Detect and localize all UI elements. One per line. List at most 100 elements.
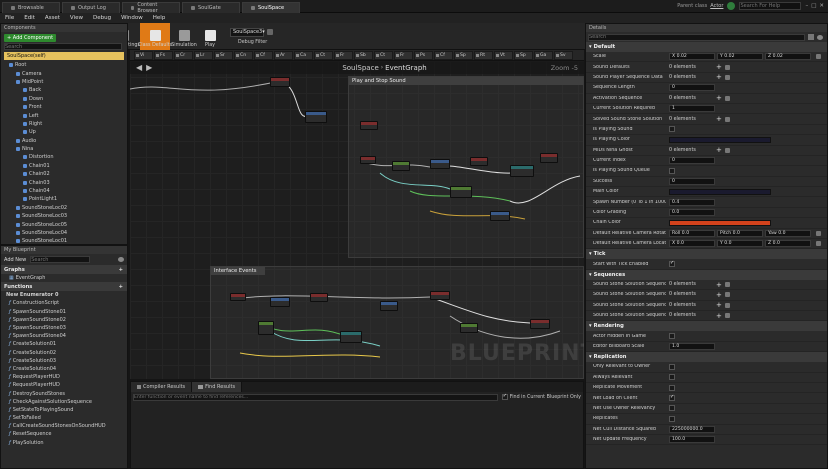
- graph-node[interactable]: [392, 161, 410, 171]
- function-item[interactable]: ƒ CreateSolution02: [1, 349, 127, 357]
- my-blueprint-search-input[interactable]: [30, 256, 91, 263]
- function-item[interactable]: ƒ SpawnSoundStone02: [1, 316, 127, 324]
- graph-tool-tab[interactable]: Sp: [514, 51, 533, 60]
- tab-find-results[interactable]: Find Results: [192, 382, 243, 392]
- number-input[interactable]: 0: [669, 84, 715, 92]
- graph-tool-tab[interactable]: Sb: [354, 51, 373, 60]
- function-item[interactable]: ƒ CreateSolution03: [1, 357, 127, 365]
- trash-icon[interactable]: [724, 292, 730, 298]
- checkbox[interactable]: [669, 261, 675, 268]
- graphs-category[interactable]: Graphs +: [1, 265, 127, 274]
- component-item[interactable]: Back: [5, 86, 127, 94]
- component-item[interactable]: Left: [5, 111, 127, 119]
- graph-tool-tab[interactable]: Cn: [234, 51, 253, 60]
- details-section-tick[interactable]: ▾ Tick: [586, 249, 827, 260]
- add-element-icon[interactable]: +: [716, 146, 722, 154]
- graph-node[interactable]: [450, 186, 472, 198]
- doc-tab[interactable]: Output Log: [62, 1, 120, 13]
- graph-tool-tab[interactable]: Vt: [494, 51, 513, 60]
- component-item[interactable]: Right: [5, 120, 127, 128]
- close-icon[interactable]: ✕: [819, 3, 824, 9]
- reset-icon[interactable]: [816, 241, 821, 247]
- graph-node[interactable]: [490, 211, 510, 221]
- doc-tab[interactable]: SoulSpace: [242, 1, 300, 13]
- component-item[interactable]: SoundStoneLoc05: [5, 220, 127, 228]
- details-section-sequences[interactable]: ▾ Sequences: [586, 269, 827, 280]
- graph-tool-tab[interactable]: Lr: [194, 51, 213, 60]
- graph-tool-tab[interactable]: Ca: [294, 51, 313, 60]
- graph-node[interactable]: [360, 121, 378, 130]
- function-item[interactable]: ƒ RequestPlayerHUD: [1, 373, 127, 381]
- add-element-icon[interactable]: +: [716, 301, 722, 309]
- function-item[interactable]: ƒ SpawnSoundStone03: [1, 324, 127, 332]
- doc-tab[interactable]: SoulGate: [182, 1, 240, 13]
- vector-component-input[interactable]: Roll 0.0: [669, 229, 715, 237]
- parent-class-value[interactable]: Actor: [710, 3, 723, 9]
- component-item[interactable]: Chain04: [5, 187, 127, 195]
- component-item[interactable]: Down: [5, 95, 127, 103]
- details-section-rendering[interactable]: ▾ Rendering: [586, 321, 827, 332]
- graph-node[interactable]: [530, 319, 550, 329]
- add-element-icon[interactable]: +: [716, 312, 722, 320]
- trash-icon[interactable]: [724, 95, 730, 101]
- function-item[interactable]: ƒ ConstructionScript: [1, 299, 127, 307]
- component-item[interactable]: Chain02: [5, 170, 127, 178]
- function-item[interactable]: ƒ SetToFailed: [1, 414, 127, 422]
- vector-component-input[interactable]: Y 0.0: [717, 240, 763, 248]
- menu-file[interactable]: File: [0, 15, 19, 21]
- graph-tool-tab[interactable]: Cr: [174, 51, 193, 60]
- maximize-icon[interactable]: □: [811, 3, 816, 9]
- graph-tool-tab[interactable]: Sp: [454, 51, 473, 60]
- component-item[interactable]: Root: [5, 61, 127, 69]
- graph-node[interactable]: [310, 293, 328, 302]
- graph-tool-tab[interactable]: Rt: [474, 51, 493, 60]
- menu-help[interactable]: Help: [148, 15, 171, 21]
- details-section-default[interactable]: ▾ Default: [586, 42, 827, 52]
- class-defaults-button[interactable]: Class Defaults: [138, 22, 172, 50]
- trash-icon[interactable]: [724, 302, 730, 308]
- number-input[interactable]: 100.0: [669, 436, 715, 444]
- graph-tool-tab[interactable]: Fs: [154, 51, 173, 60]
- checkbox[interactable]: [669, 384, 675, 391]
- graph-tool-tab[interactable]: Ps: [414, 51, 433, 60]
- add-element-icon[interactable]: +: [716, 115, 722, 123]
- graph-node[interactable]: [270, 297, 290, 307]
- new-enumerator-item[interactable]: New Enumerator 0: [1, 291, 127, 299]
- reset-icon[interactable]: [816, 230, 821, 236]
- number-input[interactable]: 0.4: [669, 198, 715, 206]
- function-item[interactable]: ƒ SpawnSoundStone01: [1, 308, 127, 316]
- number-input[interactable]: 1.0: [669, 342, 715, 350]
- graph-tool-tab[interactable]: Cf: [254, 51, 273, 60]
- checkbox[interactable]: [669, 405, 675, 412]
- vector-component-input[interactable]: Pitch 0.0: [717, 229, 763, 237]
- trash-icon[interactable]: [724, 116, 730, 122]
- find-current-blueprint-checkbox[interactable]: [501, 394, 508, 400]
- graph-tool-tab[interactable]: Cf: [434, 51, 453, 60]
- graph-node[interactable]: [430, 159, 450, 169]
- component-item[interactable]: Nina: [5, 145, 127, 153]
- graph-node[interactable]: [540, 153, 558, 163]
- add-element-icon[interactable]: +: [716, 94, 722, 102]
- add-element-icon[interactable]: +: [716, 291, 722, 299]
- simulation-button[interactable]: Simulation: [171, 23, 197, 50]
- graph-node[interactable]: [510, 165, 534, 177]
- trash-icon[interactable]: [724, 282, 730, 287]
- add-new-button[interactable]: Add New: [4, 257, 26, 263]
- eye-icon[interactable]: [817, 34, 823, 40]
- graph-tool-tab[interactable]: Vi: [134, 51, 153, 60]
- graph-node[interactable]: [305, 111, 327, 123]
- vector-component-input[interactable]: Yaw 0.0: [765, 229, 811, 237]
- component-item[interactable]: Chain01: [5, 162, 127, 170]
- component-item[interactable]: MidPoint: [5, 78, 127, 86]
- graph-tool-tab[interactable]: Sv: [554, 51, 573, 60]
- menu-view[interactable]: View: [65, 15, 88, 21]
- vector-component-input[interactable]: X 0.0: [669, 240, 715, 248]
- trash-icon[interactable]: [724, 147, 730, 153]
- component-item[interactable]: Audio: [5, 137, 127, 145]
- details-search-input[interactable]: [588, 33, 805, 41]
- graph-tool-tab[interactable]: Ct: [314, 51, 333, 60]
- component-item[interactable]: PointLight1: [5, 195, 127, 203]
- browse-icon[interactable]: [267, 29, 273, 35]
- vector-component-input[interactable]: X 0.02: [669, 53, 715, 61]
- graph-node[interactable]: [230, 293, 246, 301]
